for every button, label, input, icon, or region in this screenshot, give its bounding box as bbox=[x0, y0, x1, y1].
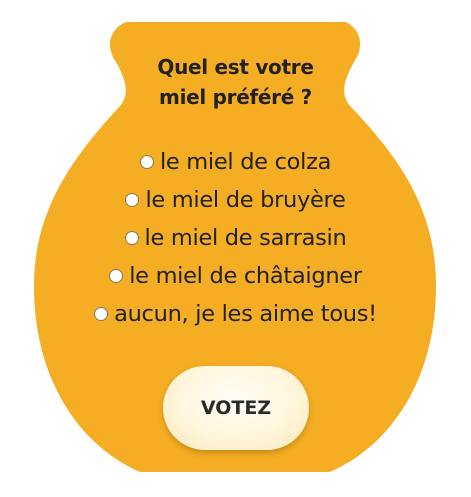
option-aucun[interactable]: aucun, je les aime tous! bbox=[0, 295, 471, 333]
honey-poll-widget: Quel est votre miel préféré ? le miel de… bbox=[0, 0, 471, 497]
poll-question: Quel est votre miel préféré ? bbox=[0, 52, 471, 112]
vote-button[interactable]: VOTEZ bbox=[163, 366, 309, 450]
option-bruyere[interactable]: le miel de bruyère bbox=[0, 181, 471, 219]
radio-button[interactable] bbox=[124, 231, 139, 245]
option-chataigner[interactable]: le miel de châtaigner bbox=[0, 257, 471, 295]
poll-options: le miel de colza le miel de bruyère le m… bbox=[0, 143, 471, 333]
option-sarrasin[interactable]: le miel de sarrasin bbox=[0, 219, 471, 257]
option-label: le miel de châtaigner bbox=[129, 263, 362, 289]
option-label: le miel de sarrasin bbox=[144, 225, 347, 251]
option-label: aucun, je les aime tous! bbox=[114, 301, 377, 327]
option-label: le miel de bruyère bbox=[145, 187, 346, 213]
radio-button[interactable] bbox=[94, 307, 109, 321]
question-line-2: miel préféré ? bbox=[159, 85, 312, 109]
option-colza[interactable]: le miel de colza bbox=[0, 143, 471, 181]
radio-button[interactable] bbox=[125, 193, 140, 207]
radio-button[interactable] bbox=[109, 269, 124, 283]
option-label: le miel de colza bbox=[159, 149, 332, 175]
question-line-1: Quel est votre bbox=[157, 55, 314, 79]
radio-button[interactable] bbox=[139, 155, 154, 169]
